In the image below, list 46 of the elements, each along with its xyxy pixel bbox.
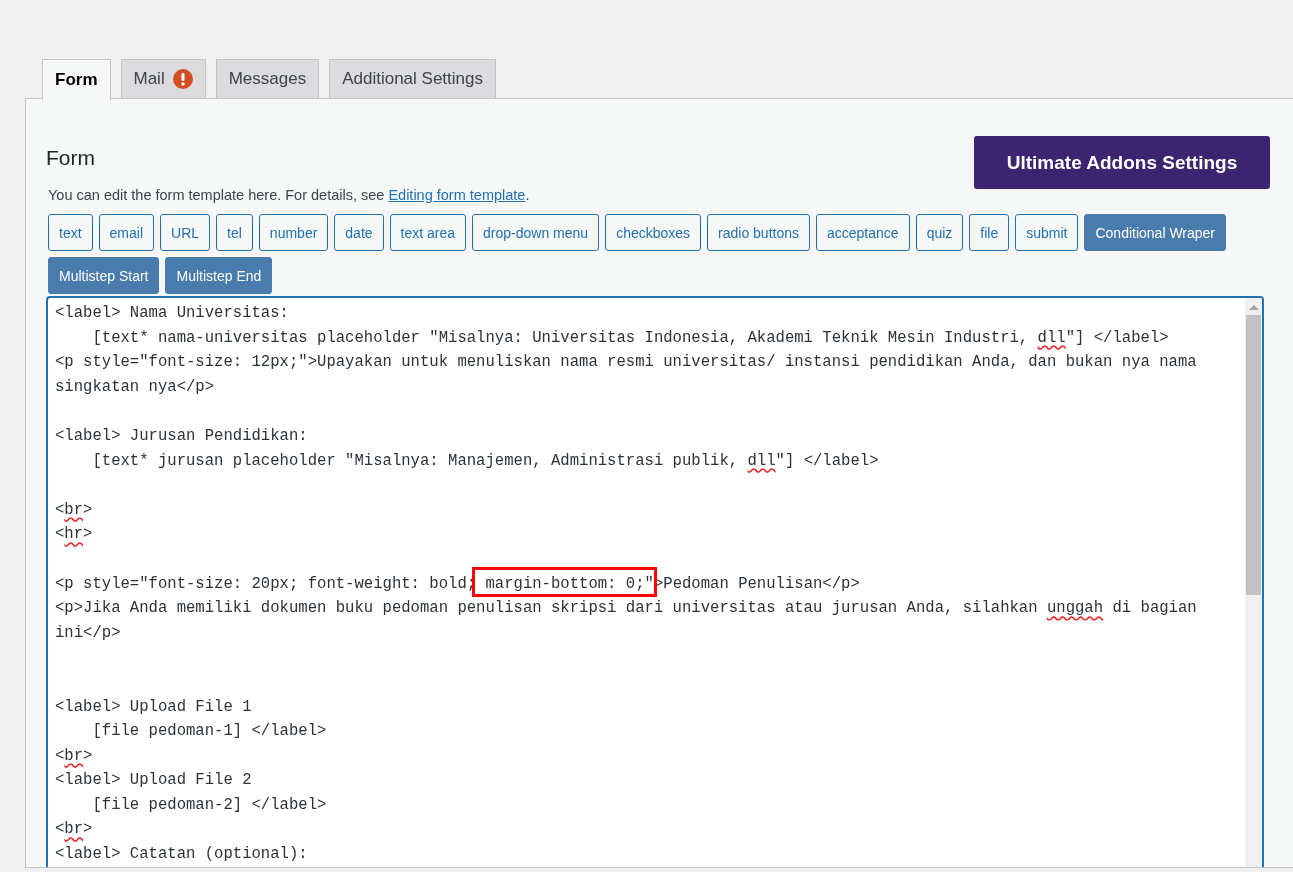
code-line: <br>: [55, 819, 93, 841]
code-line: <p>Jika Anda memiliki dokumen buku pedoman penulisan skripsi dari universitas atau jurusan Anda, silahkan unggah di bagian: [55, 598, 1197, 620]
code-line: <label> Catatan (optional):: [55, 844, 308, 866]
tag-button[interactable]: Multistep End: [165, 257, 273, 294]
tab[interactable]: Messages: [215, 59, 320, 98]
code-line: <br>: [55, 499, 93, 521]
template-editor[interactable]: [46, 296, 1264, 867]
tag-button[interactable]: submit: [1015, 214, 1079, 251]
tag-button[interactable]: acceptance: [816, 214, 910, 251]
tag-button[interactable]: radio buttons: [707, 214, 810, 251]
tab[interactable]: Form: [42, 59, 111, 100]
code-line: [file pedoman-1] </label>: [91, 721, 327, 743]
code-line: <label> Upload File 2: [55, 770, 252, 792]
tag-button[interactable]: text: [48, 214, 93, 251]
tag-button[interactable]: email: [98, 214, 155, 251]
tag-button[interactable]: date: [334, 214, 384, 251]
code-line: [text* nama-universitas placeholder "Misalnya: Universitas Indonesia, Akademi Teknik Mesin Industri, dll"] </label>: [91, 327, 1169, 349]
tag-button[interactable]: Conditional Wraper: [1084, 214, 1227, 251]
code-line: [text* jurusan placeholder "Misalnya: Manajemen, Administrasi publik, dll"] </label>: [91, 450, 879, 472]
code-line: <label> Upload File 1: [55, 696, 252, 718]
tab[interactable]: Mail: [120, 59, 206, 98]
code-line: <p style="font-size: 12px;">Upayakan untuk menuliskan nama resmi universitas/ instansi pendidikan Anda, dan bukan nya nama: [55, 352, 1197, 374]
code-line: <br>: [55, 745, 93, 767]
description-text: You can edit the form template here. For details, see Editing form template.: [48, 187, 530, 203]
code-line: ini</p>: [55, 622, 121, 644]
tag-button[interactable]: number: [258, 214, 329, 251]
code-line: <p style="font-size: 20px; font-weight: bold; margin-bottom: 0;">Pedoman Penulisan</p>: [55, 571, 860, 597]
scrollbar[interactable]: [1245, 298, 1262, 867]
tag-button[interactable]: checkboxes: [605, 214, 702, 251]
tag-button[interactable]: tel: [216, 214, 253, 251]
tag-button[interactable]: file: [969, 214, 1010, 251]
code-line: <hr>: [55, 524, 93, 546]
editing-template-link[interactable]: Editing form template: [388, 187, 526, 203]
code-line: <label> Jurusan Pendidikan:: [55, 425, 308, 447]
tab[interactable]: Additional Settings: [329, 59, 496, 98]
code-line: [file pedoman-2] </label>: [91, 794, 327, 816]
tag-button[interactable]: Multistep Start: [48, 257, 160, 294]
section-heading: Form: [46, 146, 96, 170]
code-line: <label> Nama Universitas:: [55, 303, 289, 324]
tag-button[interactable]: quiz: [915, 214, 964, 251]
tag-button[interactable]: drop-down menu: [472, 214, 600, 251]
tag-button[interactable]: URL: [160, 214, 211, 251]
code-line: singkatan nya</p>: [55, 376, 215, 398]
addons-settings-button[interactable]: Ultimate Addons Settings: [974, 136, 1270, 189]
scroll-up-icon[interactable]: [1248, 305, 1259, 310]
tag-button[interactable]: text area: [389, 214, 467, 251]
